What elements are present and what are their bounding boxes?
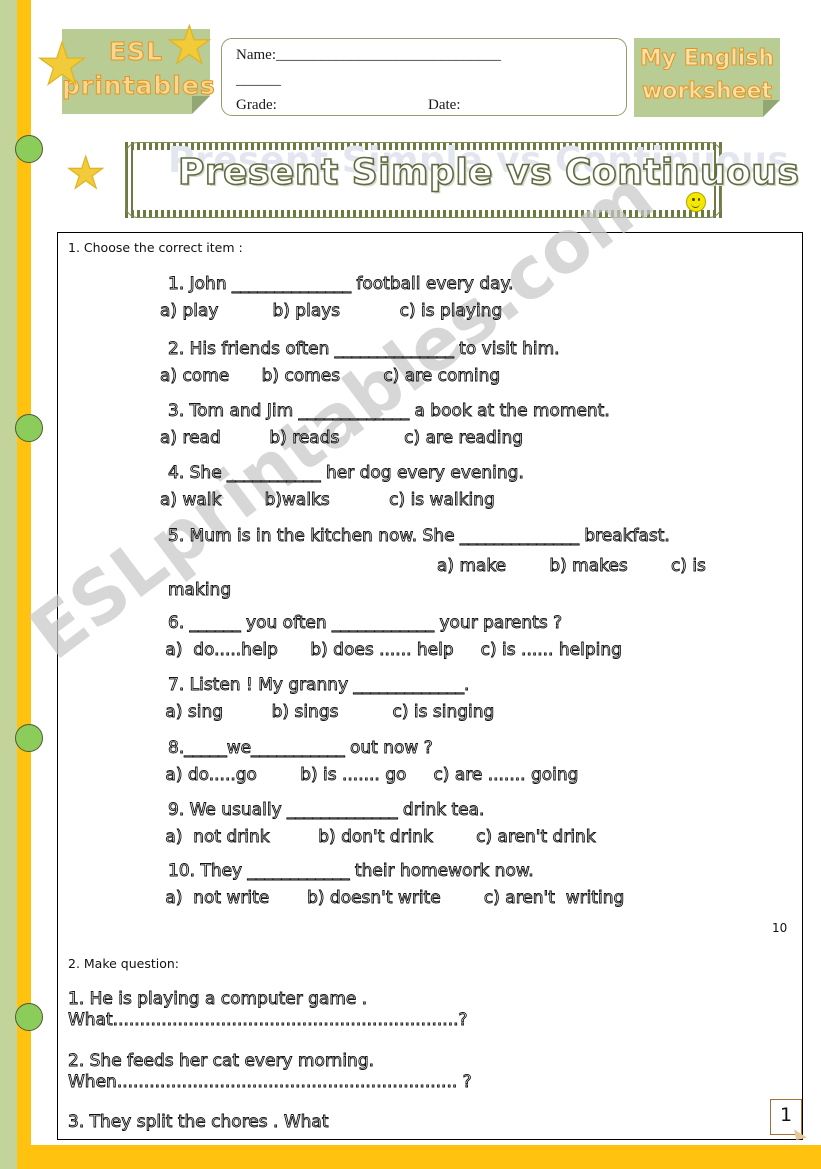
question-item: 10. They ____________ their homework now… bbox=[165, 861, 625, 907]
question-item: 5. Mum is in the kitchen now. She ______… bbox=[168, 526, 671, 546]
question-item: 9. We usually _____________ drink tea. a… bbox=[165, 800, 596, 846]
question-options[interactable]: a) not drink b) don't drink c) aren't dr… bbox=[160, 828, 596, 846]
page-fold-corner bbox=[192, 96, 210, 114]
question-options[interactable]: a) sing b) sings c) is singing bbox=[160, 703, 495, 721]
question-stem: 5. Mum is in the kitchen now. She ______… bbox=[168, 526, 671, 546]
binder-hole bbox=[15, 135, 43, 163]
page-number: 1 bbox=[779, 1104, 793, 1126]
question-options[interactable]: a) do.....go b) is ....... go c) are ...… bbox=[160, 766, 579, 784]
make-question-prompt: 3. They split the chores . What bbox=[68, 1112, 329, 1133]
question-options[interactable]: a) walk b)walks c) is walking bbox=[160, 491, 524, 509]
question-item: 3. Tom and Jim _____________ a book at t… bbox=[160, 401, 611, 447]
smiley-face-icon bbox=[686, 192, 706, 212]
question-options[interactable]: a) do.....help b) does ...... help c) is… bbox=[160, 641, 622, 659]
question-item: 8._____we___________ out now ? a) do....… bbox=[165, 738, 579, 784]
make-question-item: 1. He is playing a computer game . What.… bbox=[68, 989, 468, 1032]
date-field-label: Date: bbox=[428, 97, 461, 113]
make-question-answer-line[interactable]: When....................................… bbox=[68, 1072, 473, 1093]
make-question-item: 3. They split the chores . What bbox=[68, 1112, 329, 1133]
exercise1-score: 10 bbox=[772, 921, 788, 935]
exercise2-heading: 2. Make question: bbox=[68, 956, 180, 971]
star-icon: ★ bbox=[65, 149, 106, 198]
page-number-badge: 1 bbox=[770, 1099, 808, 1141]
name-field-label-continued: ______ bbox=[236, 72, 281, 88]
question-options[interactable]: a) come b) comes c) are coming bbox=[160, 367, 560, 385]
name-field-label: Name:______________________________ bbox=[236, 47, 501, 63]
question-stem: 2. His friends often ______________ to v… bbox=[168, 339, 560, 359]
question-options[interactable]: a) play b) plays c) is playing bbox=[160, 302, 514, 320]
question-stem: 3. Tom and Jim _____________ a book at t… bbox=[168, 401, 611, 421]
question-stem: 7. Listen ! My granny _____________. bbox=[168, 675, 470, 695]
binder-hole bbox=[15, 414, 43, 442]
make-question-item: 2. She feeds her cat every morning. When… bbox=[68, 1051, 473, 1094]
question-stem: 6. ______ you often ____________ your pa… bbox=[168, 613, 563, 633]
page-fold-corner bbox=[763, 100, 780, 117]
question-options[interactable]: a) read b) reads c) are reading bbox=[160, 429, 610, 447]
exercise1-heading: 1. Choose the correct item : bbox=[68, 240, 243, 255]
star-icon: ★ bbox=[35, 32, 88, 97]
question-item: 2. His friends often ______________ to v… bbox=[160, 339, 560, 385]
binder-hole bbox=[15, 1003, 43, 1031]
grade-field-label: Grade: bbox=[236, 97, 277, 113]
make-question-prompt: 1. He is playing a computer game . bbox=[68, 989, 368, 1010]
my-english-worksheet-badge: My English worksheet bbox=[634, 38, 780, 117]
question-stem: 1. John ______________ football every da… bbox=[168, 274, 514, 294]
question-item: 4. She ___________ her dog every evening… bbox=[160, 463, 525, 509]
worksheet-badge-line2: worksheet bbox=[641, 79, 773, 105]
page-left-green-strip bbox=[0, 0, 17, 1169]
student-info-box: Name:______________________________ ____… bbox=[221, 38, 627, 116]
page-title: Present Simple vs Continuous bbox=[177, 151, 800, 194]
question-options-wrap[interactable]: making bbox=[168, 580, 232, 601]
question-stem: 9. We usually _____________ drink tea. bbox=[168, 800, 485, 820]
question-item: 1. John ______________ football every da… bbox=[160, 274, 514, 320]
star-icon: ★ bbox=[165, 17, 213, 75]
binder-hole bbox=[15, 724, 43, 752]
page-bottom-orange-bar bbox=[31, 1145, 821, 1169]
question-stem: 4. She ___________ her dog every evening… bbox=[168, 463, 525, 483]
make-question-answer-line[interactable]: What....................................… bbox=[68, 1010, 468, 1031]
pencil-icon bbox=[793, 1126, 808, 1141]
worksheet-badge-line1: My English bbox=[639, 46, 775, 72]
question-options[interactable]: a) make b) makes c) is bbox=[437, 556, 707, 577]
question-options[interactable]: a) not write b) doesn't write c) aren't … bbox=[160, 889, 625, 907]
make-question-prompt: 2. She feeds her cat every morning. bbox=[68, 1051, 375, 1072]
question-item: 7. Listen ! My granny _____________. a) … bbox=[165, 675, 495, 721]
question-stem: 8._____we___________ out now ? bbox=[168, 738, 434, 758]
question-stem: 10. They ____________ their homework now… bbox=[168, 861, 535, 881]
page-left-orange-bar bbox=[17, 0, 31, 1169]
question-item: 6. ______ you often ____________ your pa… bbox=[165, 613, 622, 659]
